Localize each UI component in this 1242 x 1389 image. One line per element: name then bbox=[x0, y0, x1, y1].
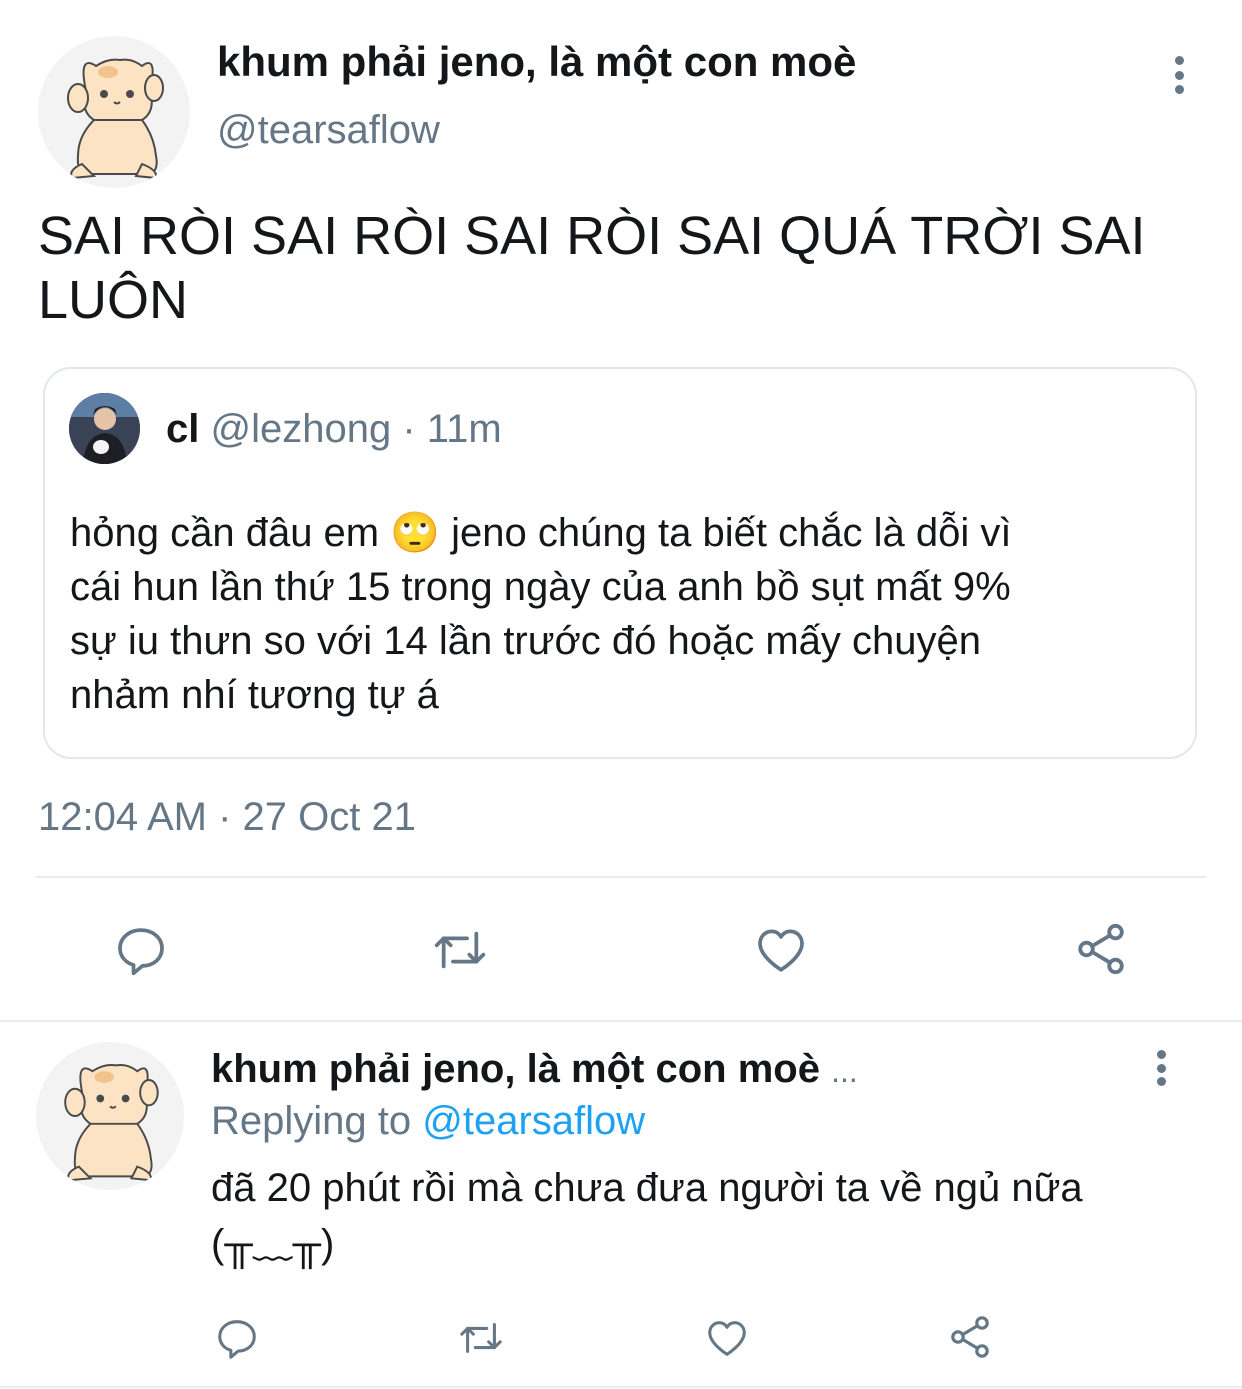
reply-comment-icon[interactable] bbox=[214, 1315, 260, 1361]
quoted-author-handle[interactable]: @lezhong bbox=[210, 407, 391, 451]
quoted-tweet-header: cl @lezhong · 11m bbox=[166, 404, 502, 454]
reply-author-name[interactable]: khum phải jeno, là một con moè bbox=[211, 1047, 820, 1091]
replying-to-handle[interactable]: @tearsaflow bbox=[422, 1099, 645, 1143]
quoted-text-line: hỏng cần đâu em 🙄 jeno chúng ta biết chắ… bbox=[70, 511, 1012, 555]
reply-share-icon[interactable] bbox=[946, 1313, 994, 1361]
reply-text-line: đã 20 phút rồi mà chưa đưa người ta về n… bbox=[211, 1166, 1083, 1210]
share-icon[interactable] bbox=[1072, 920, 1130, 978]
reply-ellipsis: ... bbox=[831, 1053, 858, 1089]
heart-icon[interactable] bbox=[752, 922, 810, 978]
quoted-tweet-text: hỏng cần đâu em 🙄 jeno chúng ta biết chắ… bbox=[70, 506, 1180, 722]
reply-author-row: khum phải jeno, là một con moè ... bbox=[211, 1044, 858, 1096]
cat-avatar-icon bbox=[67, 58, 164, 180]
author-handle[interactable]: @tearsaflow bbox=[217, 104, 440, 156]
cat-avatar-icon bbox=[64, 1064, 159, 1182]
reply-text-line: (╥﹏╥) bbox=[211, 1222, 335, 1266]
quoted-age: 11m bbox=[426, 407, 502, 451]
replying-to-line: Replying to @tearsaflow bbox=[211, 1096, 645, 1146]
reply-text: đã 20 phút rồi mà chưa đưa người ta về n… bbox=[211, 1160, 1211, 1272]
quoted-separator: · bbox=[402, 407, 416, 451]
divider bbox=[0, 1386, 1242, 1388]
replying-to-label: Replying to bbox=[211, 1099, 412, 1143]
person-avatar-icon bbox=[69, 393, 140, 464]
reply-heart-icon[interactable] bbox=[703, 1315, 751, 1361]
tweet-timestamp[interactable]: 12:04 AM · 27 Oct 21 bbox=[38, 792, 416, 842]
quoted-text-line: sự iu thưn so với 14 lần trước đó hoặc m… bbox=[70, 619, 981, 663]
divider bbox=[0, 1020, 1242, 1022]
quoted-text-line: nhảm nhí tương tự á bbox=[70, 673, 439, 717]
retweet-icon[interactable] bbox=[430, 922, 490, 978]
author-name[interactable]: khum phải jeno, là một con moè bbox=[217, 36, 856, 88]
reply-retweet-icon[interactable] bbox=[455, 1315, 507, 1361]
divider bbox=[36, 876, 1206, 878]
author-avatar[interactable] bbox=[38, 36, 190, 188]
reply-author-avatar[interactable] bbox=[36, 1042, 184, 1190]
more-options-icon[interactable] bbox=[1153, 1050, 1169, 1086]
comment-icon[interactable] bbox=[113, 922, 169, 978]
quoted-author-avatar[interactable] bbox=[69, 393, 140, 464]
tweet-text: SAI RÒI SAI RÒI SAI RÒI SAI QUÁ TRỜI SAI… bbox=[38, 206, 1146, 330]
quoted-author-name[interactable]: cl bbox=[166, 407, 199, 451]
more-options-icon[interactable] bbox=[1171, 56, 1187, 94]
quoted-text-line: cái hun lần thứ 15 trong ngày của anh bồ… bbox=[70, 565, 1011, 609]
